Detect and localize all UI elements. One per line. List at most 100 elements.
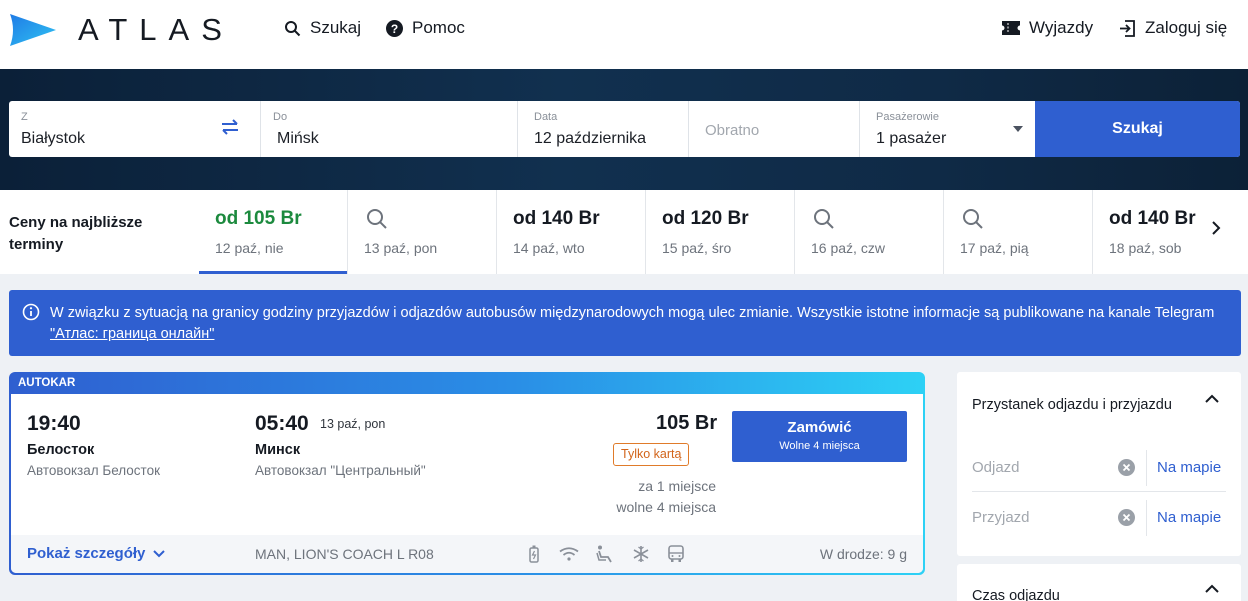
nav-login[interactable]: Zaloguj się <box>1119 18 1227 38</box>
search-icon <box>367 209 387 229</box>
search-icon <box>285 20 301 36</box>
price-day-1[interactable]: 13 paź, pon <box>348 190 497 274</box>
ticket-icon <box>1002 21 1020 35</box>
info-banner: W związku z sytuacją na granicy godziny … <box>9 290 1241 356</box>
trip-card-footer: Pokaż szczegóły MAN, LION'S COACH L R08 … <box>11 535 923 573</box>
passengers-select[interactable]: Pasażerowie 1 pasażer <box>860 101 1035 157</box>
arrive-filter-placeholder: Przyjazd <box>972 509 1030 526</box>
chevron-up-icon[interactable] <box>1205 394 1219 403</box>
depart-city: Белосток <box>27 442 95 458</box>
trip-card-body: 19:40 Белосток Автовокзал Белосток 05:40… <box>11 394 923 573</box>
card-only-badge: Tylko kartą <box>613 443 690 466</box>
air-conditioning-icon <box>633 546 649 562</box>
nav-login-label: Zaloguj się <box>1145 18 1228 37</box>
order-button-label: Zamówić <box>787 419 852 436</box>
telegram-link[interactable]: "Атлас: граница онлайн" <box>50 326 214 342</box>
usb-charging-icon <box>529 545 539 563</box>
login-icon <box>1120 19 1135 37</box>
search-form: Z Białystok Do Mińsk Data 12 październik… <box>9 101 1240 157</box>
to-label: Do <box>273 111 288 123</box>
trip-card: AUTOKAR 19:40 Белосток Автовокзал Белост… <box>9 372 925 575</box>
time-filter-title: Czas odjazdu <box>972 588 1060 601</box>
order-button[interactable]: Zamówić Wolne 4 miejsca <box>732 411 907 462</box>
clear-icon[interactable] <box>1117 508 1136 527</box>
depart-filter-placeholder: Odjazd <box>972 459 1020 476</box>
price-day-date: 14 paź, wto <box>513 240 585 256</box>
bus-model: MAN, LION'S COACH L R08 <box>255 546 434 562</box>
trip-duration: W drodze: 9 g <box>819 546 907 562</box>
info-icon <box>22 303 40 321</box>
chevron-down-icon <box>153 549 166 557</box>
depart-stop-filter[interactable]: Odjazd Na mapie <box>972 444 1226 492</box>
show-details-button[interactable]: Pokaż szczegóły <box>27 545 166 562</box>
chevron-up-icon[interactable] <box>1205 584 1219 593</box>
help-icon: ? <box>386 19 403 37</box>
arrive-city: Минск <box>255 442 301 458</box>
arrive-stop-filter[interactable]: Przyjazd Na mapie <box>972 494 1226 542</box>
info-banner-text: W związku z sytuacją na granicy godziny … <box>50 303 1230 345</box>
price-day-4[interactable]: 16 paź, czw <box>795 190 944 274</box>
price-day-5[interactable]: 17 paź, pią <box>944 190 1093 274</box>
to-value: Mińsk <box>277 130 319 147</box>
trip-type-label: AUTOKAR <box>18 377 76 389</box>
atlas-logo[interactable]: ATLAS <box>8 12 234 48</box>
price-day-date: 17 paź, pią <box>960 240 1029 256</box>
nav-search[interactable]: Szukaj <box>284 18 361 38</box>
search-icon <box>814 209 834 229</box>
price-day-2[interactable]: od 140 Br 14 paź, wto <box>497 190 646 274</box>
order-button-sub: Wolne 4 miejsca <box>779 440 860 452</box>
depart-stop: Автовокзал Белосток <box>27 463 160 478</box>
top-header: ATLAS Szukaj ? Pomoc Wyjazdy Zaloguj się <box>0 0 1248 69</box>
wifi-icon <box>559 547 579 561</box>
prices-label: Ceny na najbliższe terminy <box>9 214 143 253</box>
logo-mark-icon <box>10 14 56 46</box>
from-field[interactable]: Z Białystok <box>9 101 261 157</box>
arrive-time: 05:40 <box>255 412 309 435</box>
passengers-value: 1 pasażer <box>876 130 947 147</box>
chevron-right-icon[interactable] <box>1210 220 1222 236</box>
show-details-label: Pokaż szczegóły <box>27 545 146 562</box>
per-seat-text: za 1 miejsce <box>638 478 716 494</box>
filter-divider <box>1146 500 1147 536</box>
nav-help[interactable]: ? Pomoc <box>386 18 465 38</box>
date-value: 12 października <box>534 130 647 147</box>
from-label: Z <box>21 111 28 123</box>
clear-icon[interactable] <box>1117 458 1136 477</box>
return-field[interactable]: Obratno <box>689 101 860 157</box>
from-value: Białystok <box>21 130 86 147</box>
price-day-6[interactable]: od 140 Br 18 paź, sob <box>1093 190 1201 274</box>
depart-time: 19:40 <box>27 412 81 435</box>
price-day-date: 15 paź, śro <box>662 240 732 256</box>
price-day-price: od 140 Br <box>513 208 600 229</box>
reclining-seat-icon <box>596 545 612 563</box>
nav-trips[interactable]: Wyjazdy <box>1002 18 1093 38</box>
filter-divider <box>1146 450 1147 486</box>
bus-icon <box>668 545 684 562</box>
brand-name: ATLAS <box>78 12 234 47</box>
svg-text:?: ? <box>391 22 398 36</box>
info-banner-message: W związku z sytuacją na granicy godziny … <box>50 305 1215 321</box>
stops-filter-panel: Przystanek odjazdu i przyjazdu Odjazd Na… <box>957 372 1241 556</box>
price-day-price: od 105 Br <box>215 208 302 229</box>
price-day-date: 18 paź, sob <box>1109 240 1182 256</box>
price-day-0[interactable]: od 105 Br 12 paź, nie <box>199 190 348 274</box>
depart-map-link[interactable]: Na mapie <box>1157 459 1221 476</box>
arrive-stop: Автовокзал "Центральный" <box>255 463 426 478</box>
price-calendar: Ceny na najbliższe terminy od 105 Br 12 … <box>0 190 1248 274</box>
price-day-3[interactable]: od 120 Br 15 paź, śro <box>646 190 795 274</box>
swap-icon[interactable] <box>219 119 241 135</box>
price-day-price: od 140 Br <box>1109 208 1196 229</box>
price-day-date: 13 paź, pon <box>364 240 438 256</box>
nav-trips-label: Wyjazdy <box>1029 18 1094 37</box>
to-field[interactable]: Do Mińsk <box>261 101 518 157</box>
arrive-date: 13 paź, pon <box>320 417 386 431</box>
nav-search-label: Szukaj <box>310 18 362 37</box>
date-field[interactable]: Data 12 października <box>518 101 689 157</box>
price-day-date: 12 paź, nie <box>215 240 284 256</box>
arrive-map-link[interactable]: Na mapie <box>1157 509 1221 526</box>
departure-time-filter-panel: Czas odjazdu <box>957 564 1241 601</box>
trip-price: 105 Br <box>656 412 718 434</box>
search-icon <box>963 209 983 229</box>
search-button[interactable]: Szukaj <box>1035 101 1240 157</box>
stops-filter-title: Przystanek odjazdu i przyjazdu <box>972 397 1172 413</box>
